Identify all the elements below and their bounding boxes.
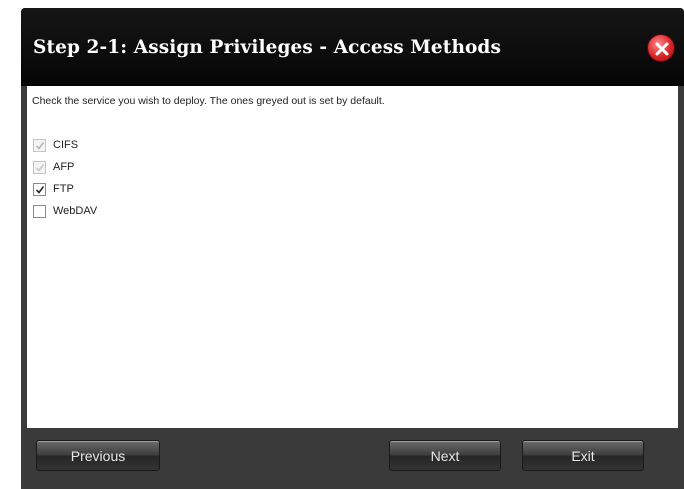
cifs-checkbox [33,138,46,152]
cifs-label: CIFS [53,139,79,151]
dialog-titlebar: Step 2-1: Assign Privileges - Access Met… [21,8,684,86]
afp-checkbox [33,160,46,174]
option-webdav[interactable]: WebDAV [33,204,97,218]
webdav-label[interactable]: WebDAV [53,205,97,217]
option-cifs: CIFS [33,138,78,152]
instruction-text: Check the service you wish to deploy. Th… [32,95,385,107]
option-afp: AFP [33,160,74,174]
close-icon[interactable] [647,34,675,62]
option-ftp[interactable]: FTP [33,182,74,196]
dialog-footer: Previous Next Exit [27,428,678,489]
previous-button[interactable]: Previous [36,440,160,471]
ftp-label[interactable]: FTP [53,183,74,195]
ftp-checkbox[interactable] [33,182,46,196]
exit-button[interactable]: Exit [522,440,644,471]
webdav-checkbox[interactable] [33,204,46,218]
afp-label: AFP [53,161,75,173]
access-methods-dialog: Step 2-1: Assign Privileges - Access Met… [21,8,684,489]
next-button[interactable]: Next [389,440,501,471]
dialog-title: Step 2-1: Assign Privileges - Access Met… [33,37,501,58]
dialog-content: Check the service you wish to deploy. Th… [27,86,678,428]
